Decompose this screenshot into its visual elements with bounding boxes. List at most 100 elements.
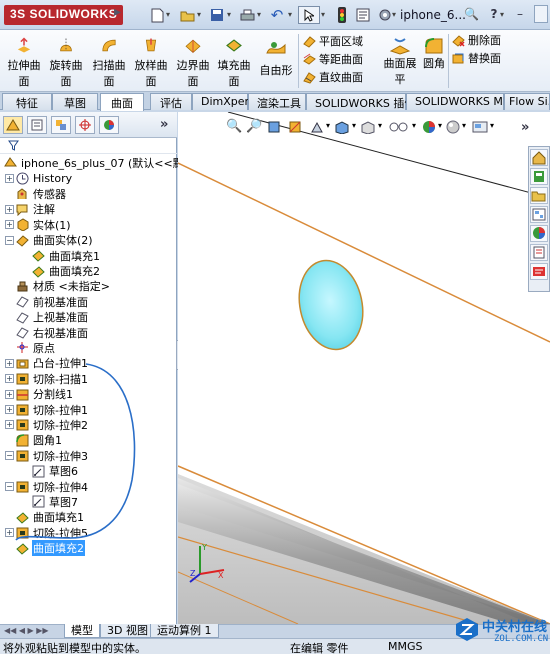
previous-view-icon[interactable] [268, 120, 282, 134]
feature-manager-tab-icon[interactable] [3, 116, 23, 134]
tab-scroll-arrows[interactable]: ◀◀ ◀ ▶ ▶▶ [4, 626, 49, 635]
freeform-button[interactable]: 自由形 [258, 33, 294, 89]
chevron-down-icon[interactable]: ▾ [326, 121, 330, 130]
chevron-down-icon[interactable]: ▾ [352, 121, 356, 130]
tree-item[interactable]: − 曲面实体(2) [5, 233, 177, 248]
expand-viewport-icon[interactable]: » [521, 120, 529, 135]
chevron-down-icon[interactable]: ▾ [412, 121, 416, 130]
tab-model[interactable]: 模型 [64, 624, 100, 638]
file-explorer-icon[interactable] [530, 187, 548, 204]
chevron-down-icon[interactable]: ▾ [500, 10, 504, 19]
rebuild-traffic-light-icon[interactable] [331, 6, 353, 24]
tab-3d-views[interactable]: 3D 视图 [100, 624, 155, 638]
tab-sketch[interactable]: 草图 [52, 93, 98, 110]
save-icon[interactable] [206, 6, 228, 24]
menu-arrow-icon[interactable]: ▸ [114, 4, 124, 26]
expand-panel-icon[interactable]: » [160, 117, 168, 132]
zoom-to-fit-icon[interactable]: 🔍 [226, 119, 242, 134]
undo-icon[interactable]: ↶ [266, 6, 288, 24]
dimxpert-manager-tab-icon[interactable] [75, 116, 95, 134]
tab-surfaces[interactable]: 曲面 [100, 93, 144, 111]
tab-solidworks-addins[interactable]: SOLIDWORKS 插件 [306, 93, 415, 110]
open-folder-icon[interactable] [176, 6, 198, 24]
property-manager-tab-icon[interactable] [27, 116, 47, 134]
filled-surface-button[interactable]: 填充曲 面 [216, 33, 252, 89]
tree-item[interactable]: 前视基准面 [5, 294, 177, 309]
tree-item[interactable]: + 实体(1) [5, 217, 177, 232]
extruded-surface-button[interactable]: 拉伸曲 面 [6, 33, 42, 89]
display-manager-tab-icon[interactable] [99, 116, 119, 134]
solidworks-resources-icon[interactable] [530, 149, 548, 166]
surface-flatten-button[interactable]: 曲面展 平 [378, 37, 422, 87]
display-style-icon[interactable] [360, 120, 376, 134]
chevron-down-icon[interactable]: ▾ [166, 10, 170, 19]
tab-dimxpert[interactable]: DimXpert [192, 93, 253, 110]
tab-evaluate[interactable]: 评估 [150, 93, 192, 110]
chevron-down-icon[interactable]: ▾ [288, 10, 292, 19]
tab-features[interactable]: 特征 [2, 93, 52, 110]
hide-show-items-icon[interactable] [388, 120, 410, 134]
tree-item[interactable]: + History [5, 171, 177, 186]
swept-surface-button[interactable]: 扫描曲 面 [91, 33, 127, 89]
lofted-surface-button[interactable]: 放样曲 面 [133, 33, 169, 89]
tab-solidworks-mbd[interactable]: SOLIDWORKS MBD [406, 93, 519, 110]
select-pointer-icon[interactable] [298, 6, 320, 24]
tree-item[interactable]: 曲面填充1 [5, 248, 177, 263]
revolved-surface-button[interactable]: 旋转曲 面 [48, 33, 84, 89]
delete-face-button[interactable]: 删除面 [452, 31, 542, 49]
chevron-down-icon[interactable]: ▾ [378, 121, 382, 130]
tree-item[interactable]: 右视基准面 [5, 325, 177, 340]
solidworks-logo[interactable]: 3S SOLIDWORKS [4, 5, 124, 25]
custom-properties-icon[interactable] [530, 244, 548, 261]
new-document-icon[interactable] [146, 6, 168, 24]
chevron-down-icon[interactable]: ▾ [490, 121, 494, 130]
tree-item[interactable]: + 注解 [5, 202, 177, 217]
tree-item[interactable]: 材质 <未指定> [5, 279, 177, 294]
tree-item[interactable]: 传感器 [5, 186, 177, 201]
fillet-button[interactable]: 圆角 [420, 37, 448, 71]
hand-drawn-annotation-loop [15, 363, 136, 541]
tab-flow-simulation[interactable]: Flow Si... [504, 93, 550, 110]
expand-plus-icon[interactable]: + [5, 204, 14, 214]
chevron-down-icon[interactable]: ▾ [462, 121, 466, 130]
file-properties-icon[interactable] [352, 6, 374, 24]
filter-icon[interactable] [8, 140, 19, 151]
expand-plus-icon[interactable]: + [5, 174, 14, 184]
ruled-surface-button[interactable]: 直纹曲面 [303, 68, 377, 86]
print-icon[interactable] [236, 6, 258, 24]
zoom-to-area-icon[interactable]: 🔎 [246, 119, 262, 134]
status-units[interactable]: MMGS [388, 640, 423, 653]
tree-item[interactable]: 曲面填充2 [5, 263, 177, 278]
search-icon[interactable]: 🔍 [464, 7, 479, 21]
tab-motion-study[interactable]: 运动算例 1 [150, 624, 219, 638]
design-library-icon[interactable] [530, 168, 548, 185]
boundary-surface-button[interactable]: 边界曲 面 [175, 33, 211, 89]
edit-appearance-icon[interactable] [422, 120, 436, 134]
restore-window-icon[interactable] [534, 5, 548, 23]
tree-item[interactable]: 上视基准面 [5, 310, 177, 325]
tree-root[interactable]: iphone_6s_plus_07 (默认<<默认> [4, 155, 205, 170]
chevron-down-icon[interactable]: ▾ [392, 10, 396, 19]
chevron-down-icon[interactable]: ▾ [321, 10, 325, 19]
apply-scene-icon[interactable] [446, 120, 460, 134]
expand-plus-icon[interactable]: + [5, 220, 14, 230]
replace-face-button[interactable]: 替换面 [452, 49, 542, 67]
section-view-icon[interactable] [288, 120, 302, 134]
dynamic-annotation-icon[interactable] [310, 120, 324, 134]
chevron-down-icon[interactable]: ▾ [227, 10, 231, 19]
view-palette-icon[interactable] [530, 206, 548, 223]
offset-surface-button[interactable]: 等距曲面 [303, 50, 377, 68]
tab-render-tools[interactable]: 渲染工具 [248, 93, 306, 110]
minimize-icon[interactable]: – [513, 7, 527, 21]
solidworks-forum-icon[interactable] [530, 263, 548, 280]
view-settings-icon[interactable] [472, 120, 488, 134]
view-orientation-icon[interactable] [334, 120, 350, 134]
configuration-manager-tab-icon[interactable] [51, 116, 71, 134]
chevron-down-icon[interactable]: ▾ [438, 121, 442, 130]
collapse-minus-icon[interactable]: − [5, 235, 14, 245]
appearances-scenes-icon[interactable] [530, 225, 548, 242]
planar-surface-button[interactable]: 平面区域 [303, 32, 377, 50]
chevron-down-icon[interactable]: ▾ [197, 10, 201, 19]
chevron-down-icon[interactable]: ▾ [257, 10, 261, 19]
help-icon[interactable]: ? [487, 7, 501, 21]
